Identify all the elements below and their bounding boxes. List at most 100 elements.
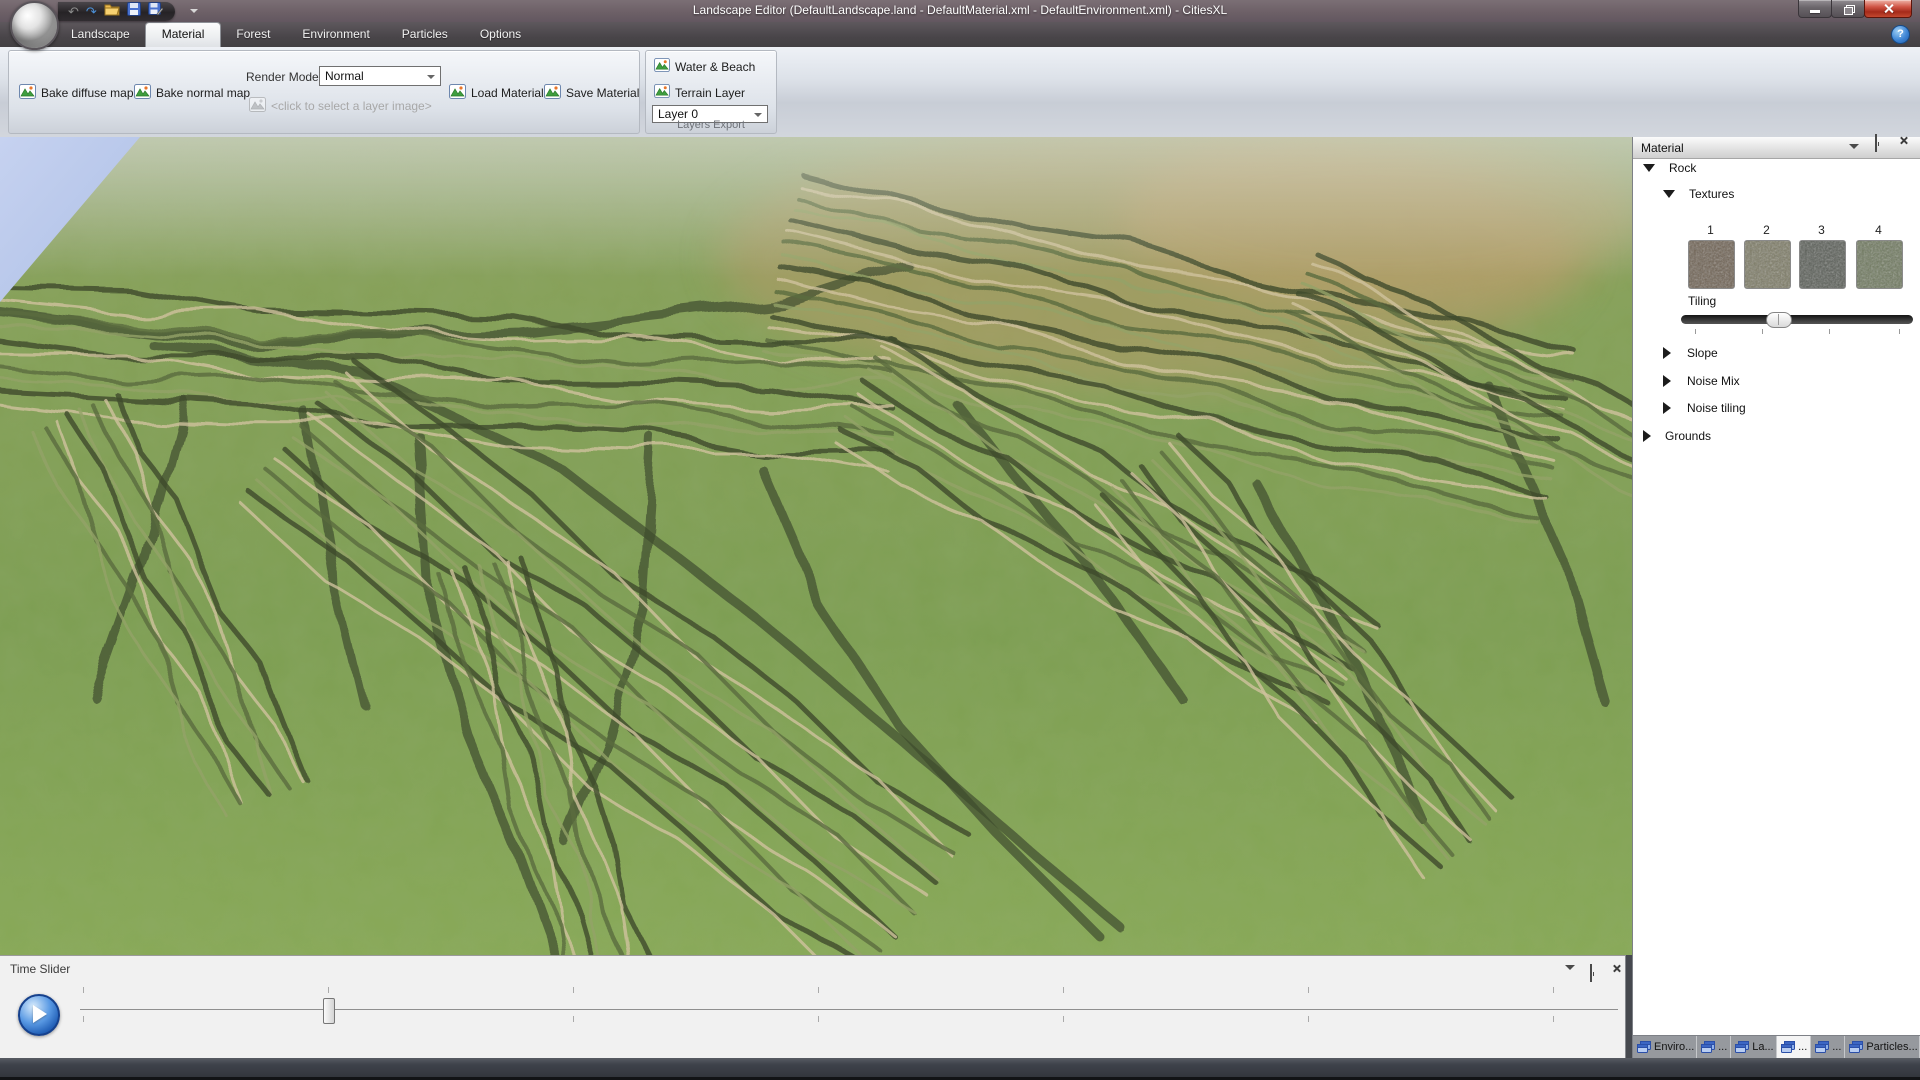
time-tick — [1553, 987, 1554, 993]
tab-material[interactable]: Material — [146, 23, 221, 47]
texture-thumbnail-1[interactable] — [1688, 240, 1735, 289]
time-tick — [83, 1016, 84, 1022]
tree-node-rock[interactable]: Rock — [1643, 161, 1696, 175]
quick-access-dropdown-icon[interactable] — [190, 9, 198, 13]
docked-tab-4[interactable]: ... — [1811, 1036, 1845, 1058]
landscape-editor-window: Landscape Editor (DefaultLandscape.land … — [0, 0, 1920, 1080]
load-material-button[interactable]: Load Material — [449, 84, 544, 102]
time-tick — [1063, 1016, 1064, 1022]
ribbon-tabs: LandscapeMaterialForestEnvironmentPartic… — [55, 22, 537, 47]
time-slider-panel: Time Slider — [0, 955, 1626, 1058]
docked-tab-5[interactable]: Particles... — [1845, 1036, 1920, 1058]
docked-tab-label: ... — [1718, 1041, 1727, 1053]
time-slider-track[interactable] — [80, 1009, 1618, 1010]
tree-node-grounds[interactable]: Grounds — [1643, 429, 1711, 443]
titlebar: Landscape Editor (DefaultLandscape.land … — [0, 0, 1920, 22]
slider-tick — [1762, 329, 1763, 334]
texture-thumbnail-3[interactable] — [1799, 240, 1846, 289]
water-beach-label: Water & Beach — [675, 60, 755, 74]
docked-tab-3[interactable]: ... — [1777, 1036, 1811, 1058]
image-icon — [19, 84, 36, 102]
slider-tick — [1899, 329, 1900, 334]
open-folder-icon[interactable] — [104, 3, 120, 21]
chevron-down-icon — [427, 75, 435, 79]
slider-tick — [1829, 329, 1830, 334]
expand-icon[interactable] — [1663, 375, 1671, 387]
water-beach-button[interactable]: Water & Beach — [654, 58, 755, 75]
time-tick — [818, 987, 819, 993]
tab-particles[interactable]: Particles — [386, 22, 464, 47]
docked-tab-label: Enviro... — [1654, 1041, 1694, 1053]
tab-options[interactable]: Options — [464, 22, 537, 47]
layer-image-picker[interactable]: <click to select a layer image> — [249, 97, 432, 115]
bake-diffuse-button[interactable]: Bake diffuse map — [19, 84, 134, 102]
app-menu-orb-button[interactable] — [10, 1, 59, 50]
expand-icon[interactable] — [1643, 430, 1651, 442]
terrain-layer-button[interactable]: Terrain Layer — [654, 84, 745, 101]
pin-icon[interactable] — [1875, 134, 1877, 152]
terrain-render — [0, 137, 1632, 955]
help-icon[interactable]: ? — [1891, 25, 1910, 44]
bake-diffuse-label: Bake diffuse map — [41, 86, 134, 100]
save-material-button[interactable]: Save Material — [544, 84, 639, 102]
material-tools-group: Bake diffuse map Bake normal map Render … — [8, 50, 640, 134]
play-button[interactable] — [18, 994, 60, 1036]
quick-access-toolbar: ↶ ↷ — [58, 2, 175, 21]
noise-mix-label: Noise Mix — [1687, 374, 1740, 388]
texture-thumbnail-4[interactable] — [1856, 240, 1903, 289]
time-tick — [573, 1016, 574, 1022]
texture-thumbnail-2[interactable] — [1744, 240, 1791, 289]
expand-icon[interactable] — [1663, 402, 1671, 414]
chevron-down-icon — [754, 113, 762, 117]
material-panel-title: Material — [1641, 141, 1684, 155]
tree-node-slope[interactable]: Slope — [1663, 346, 1718, 360]
save-as-icon[interactable] — [148, 2, 163, 21]
undo-icon[interactable]: ↶ — [68, 5, 79, 18]
pin-icon[interactable] — [1590, 964, 1592, 982]
redo-icon[interactable]: ↷ — [86, 5, 97, 18]
render-mode-select[interactable]: Normal — [319, 66, 441, 86]
material-panel-header: Material — [1633, 137, 1920, 159]
tree-node-noise-tiling[interactable]: Noise tiling — [1663, 401, 1746, 415]
noise-tiling-label: Noise tiling — [1687, 401, 1746, 415]
docked-tab-0[interactable]: Enviro... — [1633, 1036, 1697, 1058]
image-icon — [134, 84, 151, 102]
tree-node-noise-mix[interactable]: Noise Mix — [1663, 374, 1740, 388]
restore-button[interactable] — [1831, 0, 1865, 18]
expand-icon[interactable] — [1663, 347, 1671, 359]
collapse-icon[interactable] — [1663, 190, 1675, 198]
bake-normal-label: Bake normal map — [156, 86, 250, 100]
image-icon — [449, 84, 466, 102]
time-tick — [328, 987, 329, 993]
close-icon — [1883, 3, 1894, 14]
image-icon — [249, 97, 266, 115]
time-slider-thumb[interactable] — [323, 998, 335, 1024]
window-controls — [1799, 0, 1912, 18]
layer-image-placeholder: <click to select a layer image> — [271, 99, 432, 113]
material-panel: Material Rock Textures 1234 Tiling Slope — [1632, 137, 1920, 1058]
tab-environment[interactable]: Environment — [286, 22, 385, 47]
close-button[interactable] — [1864, 0, 1912, 18]
docked-panel-tabs: Enviro......La.........Particles... — [1633, 1035, 1920, 1058]
docked-tab-1[interactable]: ... — [1697, 1036, 1731, 1058]
viewport-3d-terrain[interactable] — [0, 137, 1632, 955]
docked-tab-2[interactable]: La... — [1731, 1036, 1777, 1058]
window-title: Landscape Editor (DefaultLandscape.land … — [0, 3, 1920, 17]
panel-menu-icon[interactable] — [1849, 144, 1859, 149]
texture-number: 2 — [1744, 223, 1789, 237]
tab-landscape[interactable]: Landscape — [55, 22, 146, 47]
panel-menu-icon[interactable] — [1565, 965, 1575, 970]
layers-export-caption: Layers Export — [646, 119, 776, 131]
time-tick — [818, 1016, 819, 1022]
minimize-button[interactable] — [1798, 0, 1832, 18]
save-icon[interactable] — [127, 2, 141, 21]
minimize-icon — [1810, 10, 1820, 13]
collapse-icon[interactable] — [1643, 164, 1655, 172]
tree-node-textures[interactable]: Textures — [1663, 187, 1734, 201]
bake-normal-button[interactable]: Bake normal map — [134, 84, 250, 102]
tab-forest[interactable]: Forest — [220, 22, 286, 47]
grounds-label: Grounds — [1665, 429, 1711, 443]
image-icon — [654, 58, 670, 75]
tiling-slider[interactable] — [1681, 315, 1913, 324]
tiling-slider-thumb[interactable] — [1766, 312, 1792, 328]
